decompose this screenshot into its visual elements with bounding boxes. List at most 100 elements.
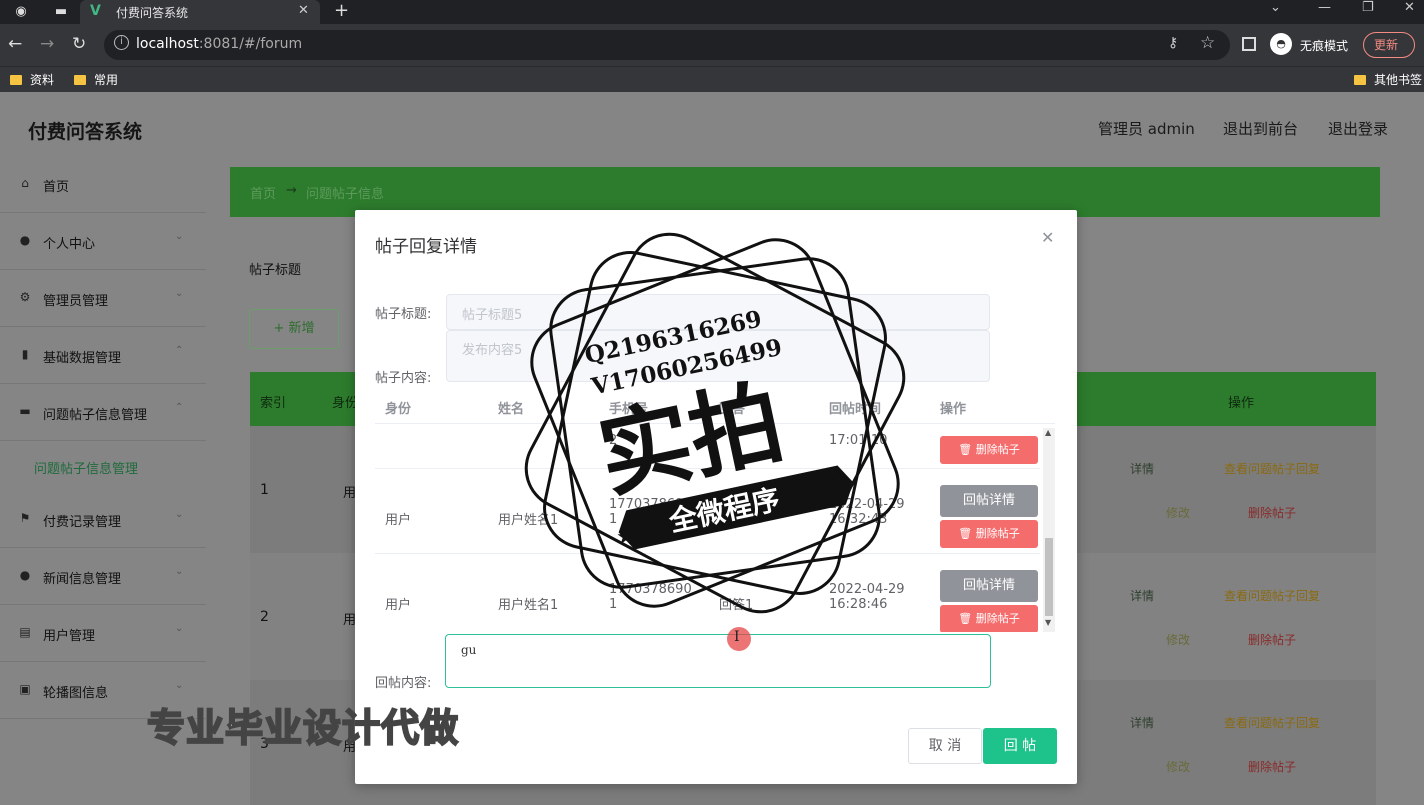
minimize-icon[interactable]: —: [1318, 0, 1331, 15]
detail-link[interactable]: 详情: [1130, 714, 1154, 731]
tab-list-icon[interactable]: ▬: [52, 3, 70, 21]
column-header: 操作: [940, 402, 967, 417]
delete-link[interactable]: 删除帖子: [1248, 758, 1296, 775]
key-icon[interactable]: ⚷: [1168, 35, 1178, 51]
chevron-down-icon: ⌄: [175, 566, 184, 577]
clipboard-icon: ▤: [19, 625, 31, 639]
replies-scrollbar[interactable]: ▲ ▼: [1043, 428, 1055, 632]
delete-reply-button[interactable]: 🗑 删除帖子: [940, 436, 1038, 464]
sidebar-item-basic-data[interactable]: ▮ 基础数据管理 ⌃: [0, 327, 206, 384]
side-panel-icon[interactable]: [1242, 37, 1256, 51]
browser-tab[interactable]: V 付费问答系统 ✕: [80, 0, 320, 24]
incognito-label: 无痕模式: [1300, 39, 1349, 53]
chart-icon: ▮: [21, 347, 29, 361]
row-index: 2: [260, 609, 269, 625]
restore-icon[interactable]: ❐: [1362, 0, 1374, 15]
view-replies-link[interactable]: 查看问题帖子回复: [1224, 587, 1320, 604]
reload-icon[interactable]: ↻: [72, 34, 86, 54]
breadcrumb-current: 问题帖子信息: [306, 187, 385, 202]
forward-icon[interactable]: →: [40, 34, 54, 54]
chevron-down-icon: ⌄: [175, 231, 184, 242]
url-field[interactable]: i localhost:8081/#/forum ⚷ ☆: [104, 30, 1230, 60]
scrollbar-thumb[interactable]: [1045, 538, 1053, 616]
sidebar-item-home[interactable]: ⌂ 首页: [0, 156, 206, 213]
detail-link[interactable]: 详情: [1130, 460, 1154, 477]
tab-title: 付费问答系统: [116, 6, 189, 20]
star-icon: ★: [616, 525, 636, 550]
bookmark-folder[interactable]: 资料: [10, 71, 54, 88]
close-icon[interactable]: ✕: [1041, 228, 1054, 247]
delete-link[interactable]: 删除帖子: [1248, 504, 1296, 521]
post-content-label: 帖子内容:: [375, 371, 432, 386]
star-icon: ★: [828, 467, 848, 492]
edit-link[interactable]: 修改: [1166, 631, 1190, 648]
reply-content-label: 回帖内容:: [375, 676, 432, 691]
info-icon[interactable]: i: [114, 35, 129, 50]
chevron-down-icon: ⌄: [175, 509, 184, 520]
sidebar-subitem-posts[interactable]: 问题帖子信息管理: [34, 458, 138, 477]
post-title-label: 帖子标题:: [375, 307, 432, 322]
incognito-icon[interactable]: ◓: [1270, 33, 1292, 55]
bookmark-folder[interactable]: 其他书签: [1354, 71, 1422, 88]
tab-close-icon[interactable]: ✕: [298, 3, 309, 18]
sidebar-item-profile[interactable]: ● 个人中心 ⌄: [0, 213, 206, 270]
sidebar-item-payments[interactable]: ⚑ 付费记录管理 ⌄: [0, 491, 206, 548]
chevron-down-icon[interactable]: ⌄: [1270, 0, 1281, 15]
row-index: 1: [260, 482, 269, 498]
chevron-down-icon: ⌄: [175, 623, 184, 634]
star-icon[interactable]: ☆: [1200, 33, 1215, 53]
reply-detail-button[interactable]: 回帖详情: [940, 485, 1038, 517]
user-icon: ●: [19, 233, 31, 247]
edit-link[interactable]: 修改: [1166, 758, 1190, 775]
close-window-icon[interactable]: ✕: [1404, 0, 1415, 15]
scroll-up-icon[interactable]: ▲: [1045, 428, 1051, 437]
app-title: 付费问答系统: [28, 121, 143, 143]
bulb-icon: ●: [19, 568, 31, 582]
bookmarks-bar: 资料 常用 其他书签: [0, 66, 1424, 92]
breadcrumb-home[interactable]: 首页: [250, 183, 276, 202]
update-button[interactable]: 更新: [1363, 32, 1415, 58]
scroll-down-icon[interactable]: ▼: [1045, 618, 1051, 627]
sidebar-item-posts[interactable]: ▬ 问题帖子信息管理 ⌃: [0, 384, 206, 441]
delete-link[interactable]: 删除帖子: [1248, 631, 1296, 648]
identity-cell: 用户: [385, 513, 412, 528]
app-header: 付费问答系统 管理员 admin 退出到前台 退出登录: [0, 92, 1424, 154]
edit-link[interactable]: 修改: [1166, 504, 1190, 521]
sidebar-item-admins[interactable]: ⚙ 管理员管理 ⌄: [0, 270, 206, 327]
folder-icon: [10, 75, 22, 85]
image-icon: ▣: [19, 682, 31, 696]
home-icon: ⌂: [21, 176, 29, 190]
url-text: localhost:8081/#/forum: [136, 36, 303, 52]
overlay-watermark-text: 专业毕业设计代做: [146, 705, 460, 751]
delete-reply-button[interactable]: 🗑 删除帖子: [940, 520, 1038, 548]
monitor-icon: ▬: [19, 404, 31, 418]
globe-icon[interactable]: ◉: [12, 3, 30, 21]
reply-detail-button[interactable]: 回帖详情: [940, 570, 1038, 602]
view-replies-link[interactable]: 查看问题帖子回复: [1224, 714, 1320, 731]
chevron-down-icon: ⌄: [175, 680, 184, 691]
detail-link[interactable]: 详情: [1130, 587, 1154, 604]
reply-content-input[interactable]: gu: [445, 634, 991, 688]
submit-reply-button[interactable]: 回 帖: [983, 728, 1057, 764]
sidebar-item-users[interactable]: ▤ 用户管理 ⌄: [0, 605, 206, 662]
flag-icon: ⚑: [19, 511, 31, 525]
identity-cell: 用户: [385, 598, 412, 613]
new-tab-icon[interactable]: +: [334, 0, 349, 21]
bookmark-folder[interactable]: 常用: [74, 71, 118, 88]
cancel-button[interactable]: 取 消: [908, 728, 982, 764]
folder-icon: [74, 75, 86, 85]
breadcrumb-arrow: →: [286, 183, 297, 198]
sidebar-item-news[interactable]: ● 新闻信息管理 ⌄: [0, 548, 206, 605]
back-icon[interactable]: ←: [8, 34, 22, 54]
delete-reply-button[interactable]: 🗑 删除帖子: [940, 605, 1038, 632]
add-button[interactable]: + 新增: [249, 309, 339, 349]
chevron-up-icon: ⌃: [175, 345, 184, 356]
dialog-title: 帖子回复详情: [375, 237, 477, 257]
logout-link[interactable]: 退出登录: [1328, 118, 1388, 139]
back-to-front-link[interactable]: 退出到前台: [1223, 118, 1298, 139]
address-bar: ← → ↻ i localhost:8081/#/forum ⚷ ☆ ◓ 无痕模…: [0, 24, 1424, 66]
column-header: 身份: [385, 402, 412, 417]
gear-icon: ⚙: [19, 290, 31, 304]
browser-tab-bar: ◉ ▬ V 付费问答系统 ✕ + ⌄ — ❐ ✕: [0, 0, 1424, 24]
view-replies-link[interactable]: 查看问题帖子回复: [1224, 460, 1320, 477]
